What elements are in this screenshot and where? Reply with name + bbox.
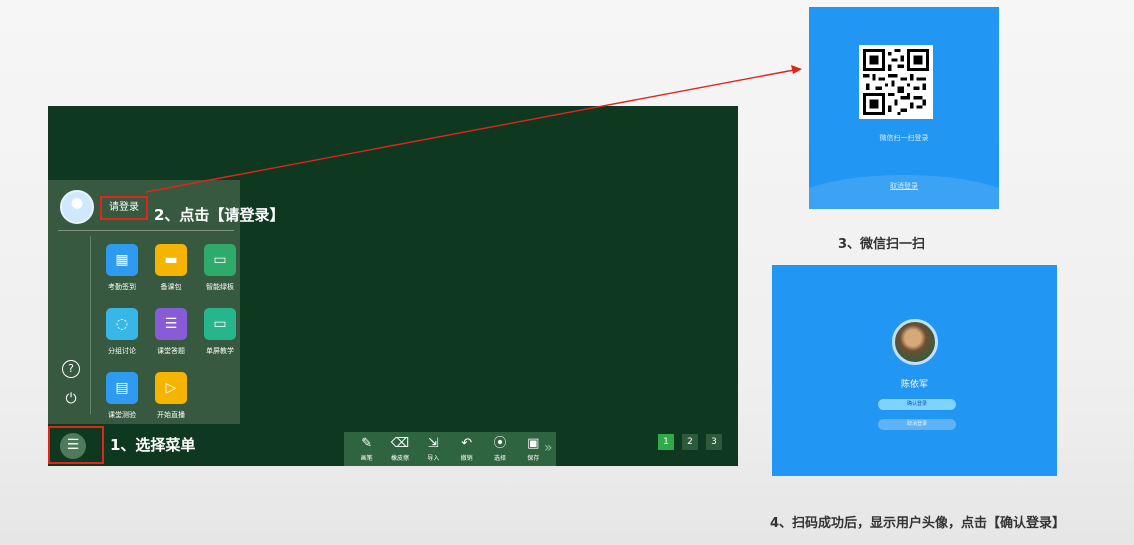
wechat-qr-panel: 微信扫一扫登录 取消登录 <box>809 7 999 209</box>
step2-annotation: 2、点击【请登录】 <box>154 206 285 224</box>
cancel-login-button[interactable]: 取消登录 <box>878 419 956 430</box>
tool-select[interactable]: ⦿ 选择 <box>486 436 514 462</box>
toolbar-more-icon[interactable]: » <box>544 440 553 456</box>
eraser-icon: ⌫ <box>390 436 410 451</box>
confirm-login-panel: 陈依军 确认登录 取消登录 <box>772 265 1057 476</box>
user-avatar-icon[interactable] <box>60 190 94 224</box>
app-label: 考勤签到 <box>108 283 136 291</box>
page-button[interactable]: 2 <box>682 434 698 450</box>
pen-icon: ✎ <box>361 436 373 451</box>
tool-label: 导入 <box>427 455 440 462</box>
confirm-login-button[interactable]: 确认登录 <box>878 399 956 410</box>
page-button[interactable]: 3 <box>706 434 722 450</box>
tool-label: 橡皮擦 <box>390 455 409 462</box>
app-label: 单屏教学 <box>206 347 234 355</box>
app-board[interactable]: ▭ 智能绿板 <box>198 244 242 292</box>
board-icon[interactable]: ▭ <box>204 244 236 276</box>
tool-label: 撤销 <box>460 455 473 462</box>
app-calendar[interactable]: ▦ 考勤签到 <box>100 244 144 292</box>
help-icon[interactable]: ? <box>62 360 80 378</box>
test-icon[interactable]: ▤ <box>106 372 138 404</box>
qr-cancel-link[interactable]: 取消登录 <box>809 181 999 191</box>
app-chat[interactable]: ◌ 分组讨论 <box>100 308 144 356</box>
step4-annotation: 4、扫码成功后，显示用户头像，点击【确认登录】 <box>770 516 1066 531</box>
step1-annotation: 1、选择菜单 <box>110 436 196 454</box>
app-screen[interactable]: ▭ 单屏教学 <box>198 308 242 356</box>
app-test[interactable]: ▤ 课堂测验 <box>100 372 144 420</box>
tool-import[interactable]: ⇲ 导入 <box>419 436 447 462</box>
qr-code-icon <box>859 45 933 119</box>
import-icon: ⇲ <box>427 436 439 451</box>
tool-label: 画笔 <box>360 455 373 462</box>
app-label: 课堂测验 <box>108 411 136 419</box>
quiz-icon[interactable]: ☰ <box>155 308 187 340</box>
tool-undo[interactable]: ↶ 撤销 <box>453 436 481 462</box>
app-label: 智能绿板 <box>206 283 234 291</box>
bottom-toolbar: ✎ 画笔 ⌫ 橡皮擦 ⇲ 导入 ↶ 撤销 ⦿ 选择 ▣ 保存 <box>344 432 556 466</box>
page-button[interactable]: 1 <box>658 434 674 450</box>
tool-eraser[interactable]: ⌫ 橡皮擦 <box>386 436 414 462</box>
chat-icon[interactable]: ◌ <box>106 308 138 340</box>
whiteboard-canvas[interactable]: 请登录 ? ⏻ ▦ 考勤签到 ▬ 备课包 ▭ 智能绿板 ◌ 分组讨论 ☰ 课堂答题 ▭ 单屏教学 ▤ 课堂… <box>48 106 738 466</box>
tool-pen[interactable]: ✎ 画笔 <box>353 436 381 462</box>
arrow-head <box>791 65 802 74</box>
page-switcher: 123 <box>658 434 722 450</box>
screen-icon[interactable]: ▭ <box>204 308 236 340</box>
power-icon[interactable]: ⏻ <box>62 392 80 410</box>
app-label: 备课包 <box>160 283 182 291</box>
folder-icon[interactable]: ▬ <box>155 244 187 276</box>
user-photo-avatar <box>892 319 938 365</box>
app-label: 课堂答题 <box>157 347 185 355</box>
app-folder[interactable]: ▬ 备课包 <box>149 244 193 292</box>
qr-scan-hint: 微信扫一扫登录 <box>879 134 929 142</box>
app-quiz[interactable]: ☰ 课堂答题 <box>149 308 193 356</box>
app-live[interactable]: ▷ 开始直播 <box>149 372 193 420</box>
user-name: 陈依军 <box>900 380 928 390</box>
undo-icon: ↶ <box>461 436 473 451</box>
tool-label: 选择 <box>493 455 506 462</box>
app-label: 分组讨论 <box>108 347 136 355</box>
menu-divider <box>58 230 234 231</box>
login-button[interactable]: 请登录 <box>100 196 148 220</box>
app-label: 开始直播 <box>157 411 185 419</box>
calendar-icon[interactable]: ▦ <box>106 244 138 276</box>
select-icon: ⦿ <box>493 436 507 451</box>
menu-button-highlight[interactable]: ☰ <box>48 426 104 464</box>
menu-vertical-divider <box>90 236 91 414</box>
live-icon[interactable]: ▷ <box>155 372 187 404</box>
menu-list-icon[interactable]: ☰ <box>60 433 86 459</box>
step3-annotation: 3、微信扫一扫 <box>838 237 926 252</box>
